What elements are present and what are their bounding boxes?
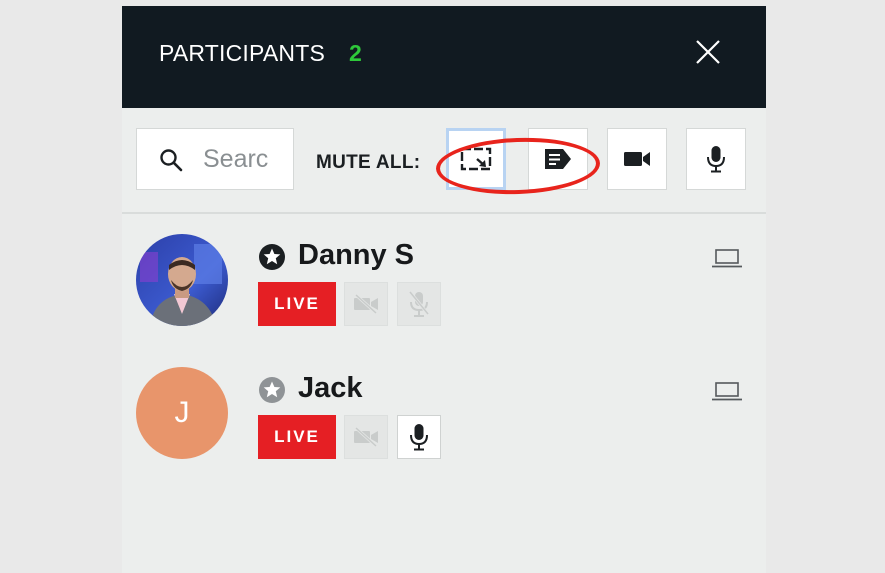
avatar: J [136, 367, 228, 459]
avatar-photo [136, 234, 228, 326]
participant-video-toggle[interactable] [344, 415, 388, 459]
mute-all-video-button[interactable] [607, 128, 667, 190]
laptop-icon [712, 249, 742, 268]
laptop-icon [712, 382, 742, 401]
avatar [136, 234, 228, 326]
participant-mic-toggle[interactable] [397, 415, 441, 459]
participant-mic-toggle[interactable] [397, 282, 441, 326]
search-box [136, 128, 294, 190]
close-icon[interactable] [694, 38, 722, 66]
mute-all-microphone-button[interactable] [686, 128, 746, 190]
microphone-off-icon [408, 291, 430, 317]
star-icon [259, 377, 285, 403]
star-icon [259, 244, 285, 270]
participant-video-toggle[interactable] [344, 282, 388, 326]
live-badge: LIVE [258, 415, 336, 459]
panel-header: PARTICIPANTS 2 [122, 6, 766, 108]
participant-row[interactable]: J Jack LIVE [122, 367, 766, 477]
live-badge: LIVE [258, 282, 336, 326]
microphone-icon [410, 424, 428, 451]
search-input[interactable] [203, 141, 283, 177]
video-off-icon [354, 294, 378, 314]
participant-row[interactable]: Danny S LIVE [122, 234, 766, 344]
participant-count: 2 [349, 40, 362, 66]
video-off-icon [354, 427, 378, 447]
microphone-icon [707, 146, 725, 173]
mute-all-label: MUTE ALL: [316, 152, 421, 173]
participant-name: Danny S [298, 239, 415, 271]
participant-name: Jack [298, 372, 363, 404]
participants-panel: PARTICIPANTS 2 MUTE ALL: [122, 6, 766, 573]
participants-toolbar: MUTE ALL: [122, 108, 766, 214]
video-camera-icon [624, 152, 650, 166]
search-icon [160, 149, 183, 172]
panel-title: PARTICIPANTS [159, 40, 325, 66]
